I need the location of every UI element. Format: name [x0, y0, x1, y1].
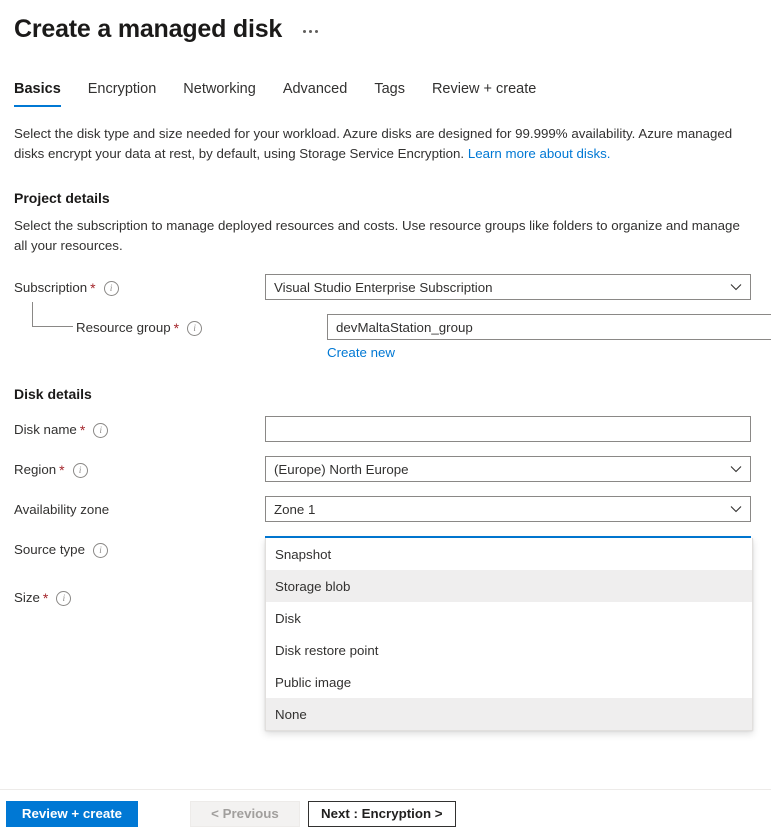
disk-name-label-group: Disk name * i: [14, 416, 265, 442]
subscription-label: Subscription: [14, 280, 88, 295]
field-row-disk-name: Disk name * i: [14, 416, 757, 442]
option-none[interactable]: None: [266, 698, 752, 730]
subscription-label-group: Subscription * i: [14, 274, 265, 300]
size-label: Size: [14, 590, 40, 605]
source-type-info-icon[interactable]: i: [92, 542, 108, 558]
chevron-down-icon: [730, 503, 742, 515]
next-encryption-button[interactable]: Next : Encryption >: [308, 800, 456, 827]
option-disk[interactable]: Disk: [266, 602, 752, 634]
chevron-down-icon: [730, 281, 742, 293]
subscription-value: Visual Studio Enterprise Subscription: [274, 279, 493, 295]
resource-group-label-group: Resource group * i: [14, 302, 327, 340]
disk-name-info-icon[interactable]: i: [93, 422, 109, 438]
source-type-label: Source type: [14, 542, 85, 557]
availability-zone-field-col: Zone 1: [265, 496, 757, 522]
field-row-resource-group: Resource group * i devMaltaStation_group…: [14, 302, 771, 362]
disk-details-heading: Disk details: [14, 386, 92, 402]
resource-group-label: Resource group: [76, 320, 171, 335]
tab-basics[interactable]: Basics: [14, 80, 77, 107]
availability-zone-dropdown[interactable]: Zone 1: [265, 496, 751, 522]
wizard-footer: Review + create < Previous Next : Encryp…: [0, 789, 771, 837]
indent-connector-line: [32, 302, 73, 327]
option-public-image[interactable]: Public image: [266, 666, 752, 698]
region-info-icon[interactable]: i: [72, 462, 88, 478]
project-details-description: Select the subscription to manage deploy…: [14, 218, 740, 253]
tab-encryption[interactable]: Encryption: [88, 80, 173, 107]
option-storage-blob[interactable]: Storage blob: [266, 570, 752, 602]
intro-text: Select the disk type and size needed for…: [14, 126, 733, 161]
tab-tags[interactable]: Tags: [374, 80, 421, 107]
tab-bar: Basics Encryption Networking Advanced Ta…: [14, 80, 771, 112]
source-type-dropdown-options: Snapshot Storage blob Disk Disk restore …: [265, 538, 753, 731]
option-disk-restore-point[interactable]: Disk restore point: [266, 634, 752, 666]
size-required-asterisk: *: [42, 590, 49, 606]
region-value: (Europe) North Europe: [274, 461, 409, 477]
region-label: Region: [14, 462, 57, 477]
more-options-icon[interactable]: [300, 26, 321, 37]
tab-review-create[interactable]: Review + create: [432, 80, 552, 107]
disk-name-label: Disk name: [14, 422, 77, 437]
field-row-availability-zone: Availability zone Zone 1: [14, 496, 757, 522]
resource-group-field-col: devMaltaStation_group Create new: [327, 314, 771, 362]
field-row-region: Region * i (Europe) North Europe: [14, 456, 757, 482]
resource-group-required-asterisk: *: [173, 320, 180, 336]
tab-networking[interactable]: Networking: [183, 80, 272, 107]
previous-button[interactable]: < Previous: [190, 800, 300, 827]
availability-zone-label-group: Availability zone: [14, 496, 265, 522]
size-label-group: Size * i: [14, 584, 265, 610]
disk-name-field-col: [265, 416, 757, 442]
page-header: Create a managed disk: [0, 0, 771, 58]
region-required-asterisk: *: [59, 462, 65, 478]
resource-group-dropdown[interactable]: devMaltaStation_group: [327, 314, 771, 340]
subscription-info-icon[interactable]: i: [103, 280, 119, 296]
disk-name-required-asterisk: *: [79, 422, 86, 438]
learn-more-about-disks-link[interactable]: Learn more about disks.: [468, 146, 611, 161]
create-new-resource-group-link[interactable]: Create new: [327, 345, 395, 360]
region-label-group: Region * i: [14, 456, 265, 482]
page-title: Create a managed disk: [14, 15, 283, 43]
tab-advanced[interactable]: Advanced: [283, 80, 364, 107]
resource-group-info-icon[interactable]: i: [187, 320, 203, 336]
subscription-field-col: Visual Studio Enterprise Subscription: [265, 274, 757, 300]
subscription-dropdown[interactable]: Visual Studio Enterprise Subscription: [265, 274, 751, 300]
field-row-subscription: Subscription * i Visual Studio Enterpris…: [14, 274, 757, 300]
option-snapshot[interactable]: Snapshot: [266, 538, 752, 570]
subscription-required-asterisk: *: [90, 280, 96, 296]
project-details-heading: Project details: [14, 190, 110, 206]
chevron-down-icon: [730, 463, 742, 475]
review-create-button[interactable]: Review + create: [6, 800, 138, 827]
resource-group-value: devMaltaStation_group: [336, 319, 473, 335]
availability-zone-value: Zone 1: [274, 501, 316, 517]
region-dropdown[interactable]: (Europe) North Europe: [265, 456, 751, 482]
disk-name-input[interactable]: [265, 416, 751, 442]
dot-2: [309, 29, 313, 33]
region-field-col: (Europe) North Europe: [265, 456, 757, 482]
intro-paragraph: Select the disk type and size needed for…: [14, 124, 756, 164]
dot-3: [315, 29, 319, 33]
dot-1: [303, 29, 307, 33]
availability-zone-label: Availability zone: [14, 502, 110, 517]
size-info-icon[interactable]: i: [56, 590, 72, 606]
source-type-label-group: Source type i: [14, 536, 265, 562]
